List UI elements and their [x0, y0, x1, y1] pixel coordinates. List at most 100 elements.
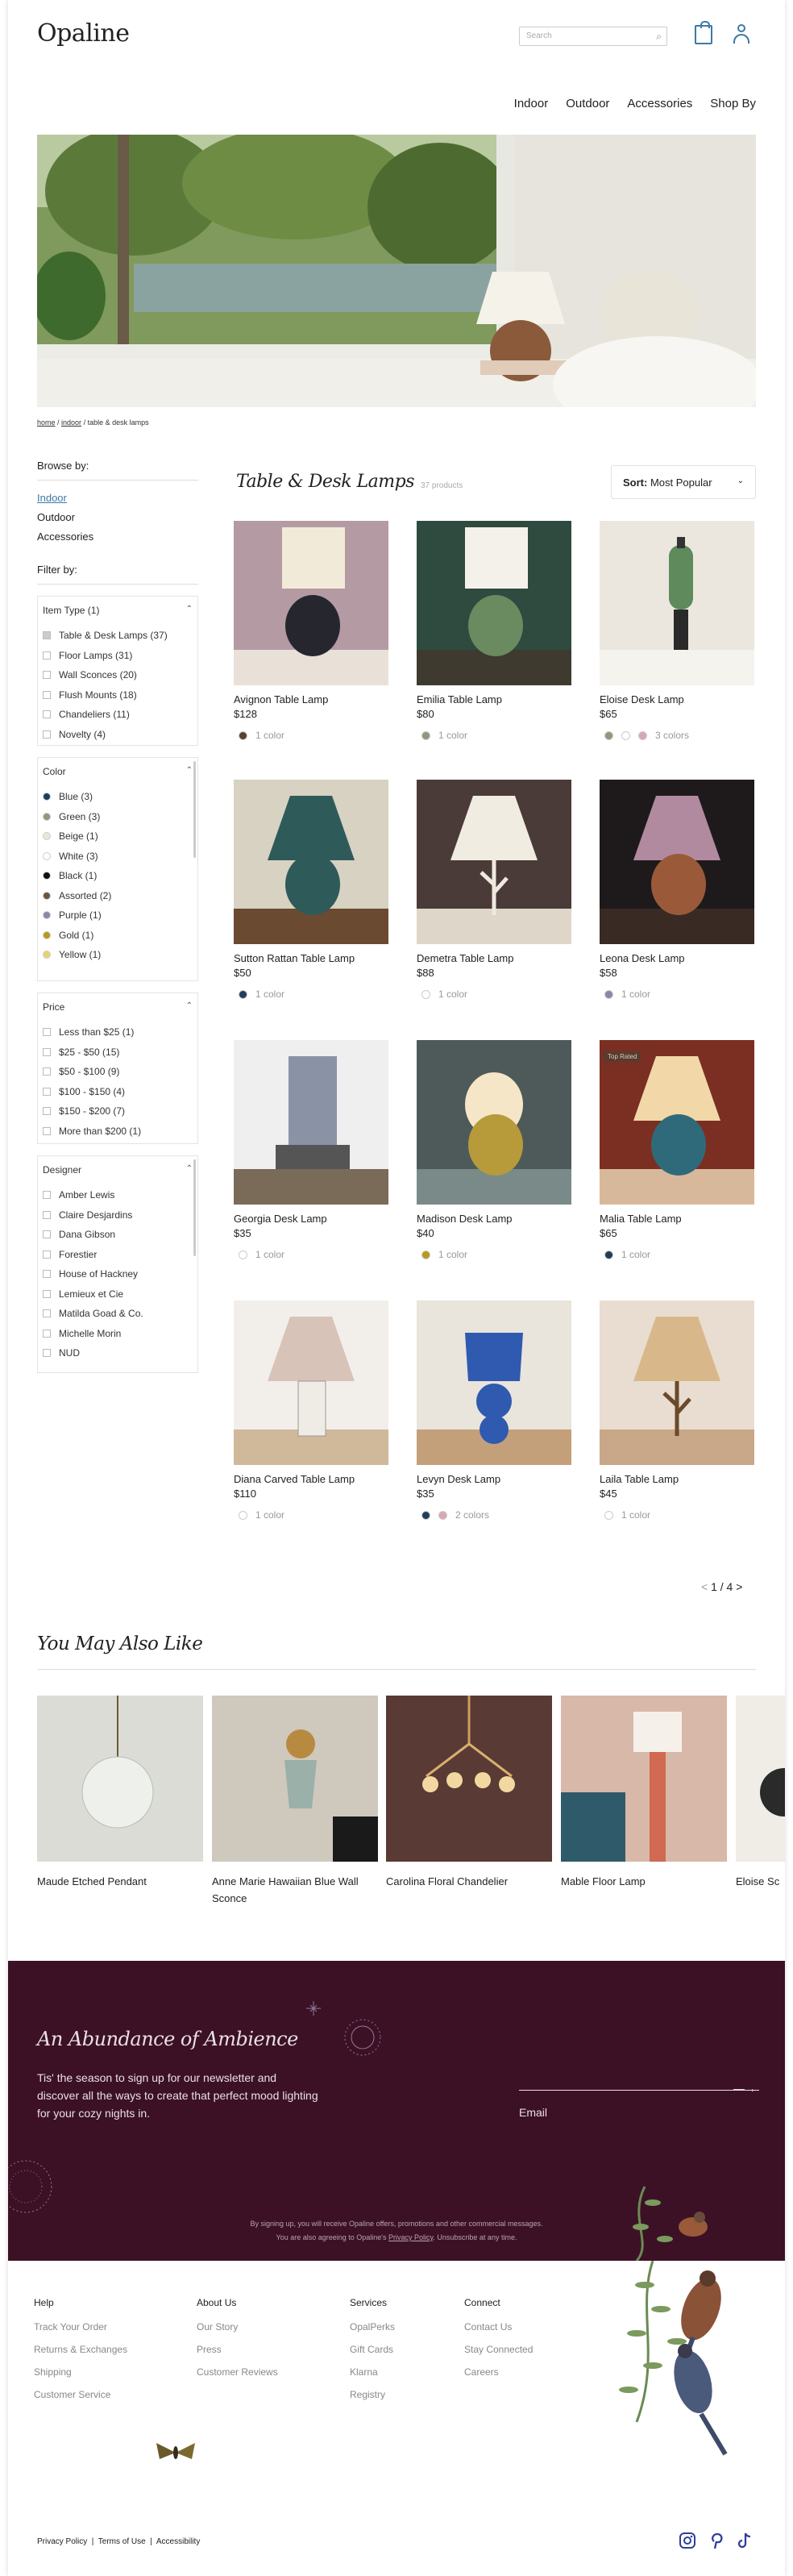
recommend-name[interactable]: Mable Floor Lamp [561, 1873, 727, 1890]
recommend-image[interactable] [386, 1696, 552, 1862]
product-image[interactable] [600, 521, 754, 685]
collapse-icon[interactable]: ⌃ [186, 766, 193, 777]
product-image[interactable] [417, 1040, 571, 1205]
product-image[interactable] [417, 521, 571, 685]
filter-option[interactable]: Wall Sconces (20) [43, 665, 193, 685]
filter-option[interactable]: Yellow (1) [43, 945, 193, 965]
product-name[interactable]: Leona Desk Lamp [600, 952, 754, 964]
footer-link[interactable]: Track Your Order [34, 2321, 127, 2333]
filter-option[interactable]: NUD [43, 1343, 193, 1363]
checkbox[interactable] [43, 1191, 51, 1200]
checkbox[interactable] [43, 1126, 51, 1135]
product-name[interactable]: Emilia Table Lamp [417, 693, 571, 705]
product-name[interactable]: Diana Carved Table Lamp [234, 1473, 388, 1485]
privacy-policy-link[interactable]: Privacy Policy [37, 2537, 87, 2546]
recommend-card[interactable]: Mable Floor Lamp [561, 1696, 727, 1890]
color-swatch[interactable] [421, 1510, 430, 1520]
product-name[interactable]: Malia Table Lamp [600, 1213, 754, 1225]
filter-option[interactable]: Forestier [43, 1245, 193, 1265]
account-icon[interactable] [733, 24, 750, 45]
footer-link[interactable]: Registry [350, 2389, 395, 2400]
nav-outdoor[interactable]: Outdoor [566, 97, 609, 110]
scrollbar[interactable] [193, 1159, 196, 1256]
color-swatch[interactable] [43, 812, 51, 821]
product-image[interactable] [417, 780, 571, 944]
checkbox[interactable] [43, 1289, 51, 1298]
product-name[interactable]: Avignon Table Lamp [234, 693, 388, 705]
product-card[interactable]: Diana Carved Table Lamp $110 1 color [234, 1300, 388, 1521]
recommend-card[interactable]: Eloise Sc [736, 1696, 785, 1890]
product-name[interactable]: Sutton Rattan Table Lamp [234, 952, 388, 964]
filter-option[interactable]: $100 - $150 (4) [43, 1082, 193, 1102]
accessibility-link[interactable]: Accessibility [156, 2537, 200, 2546]
product-name[interactable]: Eloise Desk Lamp [600, 693, 754, 705]
product-card[interactable]: Madison Desk Lamp $40 1 color [417, 1040, 571, 1260]
product-image[interactable] [234, 1040, 388, 1205]
filter-option[interactable]: White (3) [43, 847, 193, 867]
recommend-image[interactable] [736, 1696, 785, 1862]
browse-indoor[interactable]: Indoor [37, 492, 198, 504]
breadcrumb-home[interactable]: home [37, 418, 56, 427]
product-image[interactable] [600, 1300, 754, 1465]
filter-option[interactable]: Michelle Morin [43, 1324, 193, 1344]
color-swatch[interactable] [43, 891, 51, 900]
nav-indoor[interactable]: Indoor [514, 97, 549, 110]
filter-option[interactable]: Claire Desjardins [43, 1205, 193, 1226]
checkbox[interactable] [43, 1047, 51, 1056]
recommend-card[interactable]: Anne Marie Hawaiian Blue Wall Sconce [212, 1696, 378, 1907]
footer-link[interactable]: Gift Cards [350, 2344, 395, 2355]
filter-option[interactable]: $25 - $50 (15) [43, 1042, 193, 1063]
checkbox[interactable] [43, 730, 51, 739]
filter-option[interactable]: More than $200 (1) [43, 1122, 193, 1142]
checkbox[interactable] [43, 671, 51, 680]
filter-option[interactable]: $50 - $100 (9) [43, 1062, 193, 1082]
product-card[interactable]: Demetra Table Lamp $88 1 color [417, 780, 571, 1000]
filter-option[interactable]: Green (3) [43, 807, 193, 827]
checkbox[interactable] [43, 1270, 51, 1279]
color-swatch[interactable] [621, 730, 630, 740]
recommend-card[interactable]: Carolina Floral Chandelier [386, 1696, 552, 1890]
product-card[interactable]: Levyn Desk Lamp $35 2 colors [417, 1300, 571, 1521]
recommend-image[interactable] [212, 1696, 378, 1862]
checkbox[interactable] [43, 1107, 51, 1116]
checkbox[interactable] [43, 1087, 51, 1096]
footer-link[interactable]: Press [197, 2344, 278, 2355]
footer-link[interactable]: Our Story [197, 2321, 278, 2333]
filter-option[interactable]: Floor Lamps (31) [43, 646, 193, 666]
nav-shop-by[interactable]: Shop By [710, 97, 756, 110]
recommend-image[interactable] [561, 1696, 727, 1862]
footer-link[interactable]: Klarna [350, 2366, 395, 2378]
footer-link[interactable]: Shipping [34, 2366, 127, 2378]
search-input[interactable]: Search ⌕ [519, 27, 667, 46]
checkbox[interactable] [43, 1309, 51, 1318]
instagram-icon[interactable] [679, 2532, 696, 2549]
color-swatch[interactable] [604, 1510, 613, 1520]
terms-link[interactable]: Terms of Use [98, 2537, 146, 2546]
prev-page-icon[interactable]: < [701, 1580, 708, 1593]
color-swatch[interactable] [43, 951, 51, 959]
product-image[interactable]: Top Rated [600, 1040, 754, 1205]
color-swatch[interactable] [43, 911, 51, 920]
scrollbar[interactable] [193, 761, 196, 858]
recommend-name[interactable]: Eloise Sc [736, 1873, 785, 1890]
tiktok-icon[interactable] [736, 2532, 754, 2549]
checkbox[interactable] [43, 1329, 51, 1338]
filter-option[interactable]: Dana Gibson [43, 1225, 193, 1245]
collapse-icon[interactable]: ⌃ [186, 605, 193, 616]
color-swatch[interactable] [43, 793, 51, 801]
color-swatch[interactable] [43, 851, 51, 860]
product-image[interactable] [417, 1300, 571, 1465]
checkbox[interactable] [43, 651, 51, 660]
color-swatch[interactable] [421, 989, 430, 999]
collapse-icon[interactable]: ⌃ [186, 1164, 193, 1176]
footer-link[interactable]: OpalPerks [350, 2321, 395, 2333]
checkbox[interactable] [43, 1349, 51, 1358]
filter-option[interactable]: $150 - $200 (7) [43, 1101, 193, 1122]
filter-option[interactable]: Chandeliers (11) [43, 705, 193, 725]
footer-link[interactable]: Careers [464, 2366, 533, 2378]
color-swatch[interactable] [239, 730, 247, 740]
next-page-icon[interactable]: > [736, 1580, 742, 1593]
recommend-card[interactable]: Maude Etched Pendant [37, 1696, 203, 1890]
filter-option[interactable]: Purple (1) [43, 905, 193, 926]
filter-option[interactable]: Assorted (2) [43, 886, 193, 906]
